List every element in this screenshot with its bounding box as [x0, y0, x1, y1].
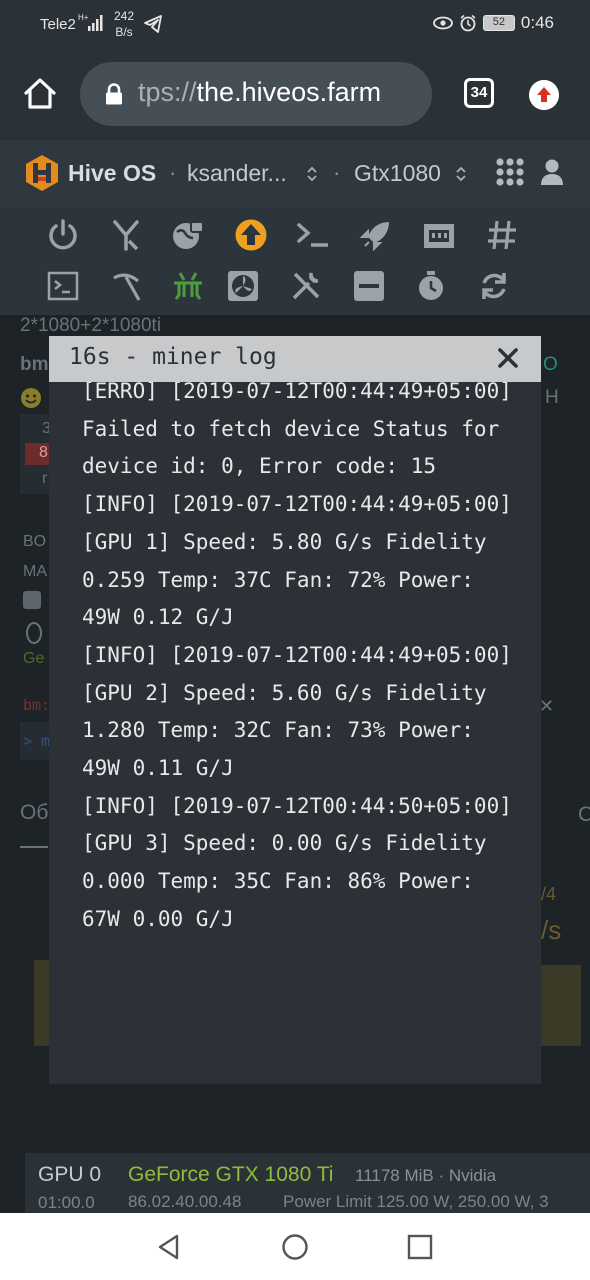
miner-log-text: [ERRO] [2019-07-12T00:44:49+05:00] Faile… — [82, 382, 512, 931]
worker-description: 2*1080+2*1080ti — [20, 315, 162, 336]
separator-dot: · — [169, 160, 177, 185]
telegram-icon — [144, 15, 162, 33]
bg-chart-left — [34, 960, 50, 1046]
clock: 0:46 — [520, 13, 554, 32]
overclock-bug-icon[interactable] — [171, 269, 205, 303]
bg-hashrate-unit: /s — [541, 915, 562, 945]
net-speed-value: 242 — [114, 9, 135, 23]
power-icon[interactable] — [46, 218, 80, 252]
lock-icon — [106, 83, 122, 105]
bg-tab-underline — [20, 846, 48, 848]
bg-close-icon: ✕ — [539, 696, 555, 716]
bg-tab-overview: Об — [20, 801, 49, 824]
hive-logo-icon[interactable] — [24, 154, 60, 192]
refresh-icon[interactable] — [477, 269, 511, 303]
log-scroll-area[interactable]: [ERRO] [2019-07-12T00:44:49+05:00] Faile… — [82, 382, 522, 1082]
eye-icon — [433, 16, 453, 30]
rocket-icon[interactable] — [359, 218, 393, 252]
network-port-icon[interactable] — [422, 218, 456, 252]
hive-title[interactable]: Hive OS — [68, 160, 156, 187]
back-icon[interactable] — [155, 1233, 183, 1261]
terminal-prompt-icon[interactable] — [296, 218, 330, 252]
modal-header: 16s - miner log — [49, 336, 541, 382]
globe-lock-icon[interactable] — [171, 218, 205, 252]
farm-chevron-icon[interactable] — [306, 165, 318, 183]
smile-icon — [21, 388, 41, 408]
bg-console-line: bm: — [23, 696, 51, 714]
farm-selector[interactable]: ksander... — [187, 160, 287, 187]
bg-tab-c: C — [578, 803, 590, 826]
bg-worker-name: bm — [20, 354, 49, 375]
miner-log-modal: 16s - miner log [ERRO] [2019-07-12T00:44… — [49, 336, 541, 1084]
upgrade-icon[interactable] — [234, 218, 268, 252]
browser-toolbar: tps://the.hiveos.farm 34 — [0, 50, 590, 140]
worker-chevron-icon[interactable] — [455, 165, 467, 183]
apps-grid-icon[interactable] — [495, 157, 525, 187]
user-icon[interactable] — [540, 158, 564, 186]
bg-chart-right — [541, 965, 581, 1046]
gpu-index-label: GPU 0 — [38, 1163, 102, 1186]
status-right: 52 0:46 — [433, 13, 554, 33]
battery-icon: 52 — [482, 15, 515, 31]
worker-actions-toolbar — [0, 207, 590, 315]
linux-icon — [26, 622, 42, 644]
svg-text:H+: H+ — [78, 13, 89, 22]
console-icon[interactable] — [46, 269, 80, 303]
update-icon[interactable] — [529, 80, 559, 110]
bg-stat-8: 8 — [39, 444, 48, 461]
bg-online-label: O — [543, 354, 558, 375]
bg-label-h: H — [545, 387, 559, 408]
recents-icon[interactable] — [406, 1233, 434, 1261]
net-speed-unit: B/s — [115, 25, 133, 39]
android-nav-bar — [0, 1213, 590, 1280]
bg-label-ma: MA — [23, 563, 47, 580]
pickaxe-icon[interactable] — [109, 269, 143, 303]
gpu-model-name: GeForce GTX 1080 Ti — [128, 1163, 334, 1186]
url-host: the.hiveos.farm — [196, 77, 382, 107]
url-text[interactable]: tps://the.hiveos.farm — [138, 77, 381, 108]
carrier-label: Tele2 — [40, 16, 76, 33]
gpu-bios-version: 86.02.40.00.48 — [128, 1192, 242, 1211]
hive-small-icon — [23, 591, 41, 609]
bg-label-ge: Ge — [23, 650, 45, 667]
address-bar[interactable]: tps://the.hiveos.farm — [80, 62, 432, 126]
modal-title: 16s - miner log — [69, 344, 277, 370]
signal-icon: H+ — [78, 13, 103, 31]
url-scheme: tps:// — [138, 77, 197, 107]
worker-selector[interactable]: Gtx1080 — [354, 160, 441, 187]
status-bar: Tele2 H+ 242 B/s 52 0:46 — [0, 0, 590, 50]
home-nav-icon[interactable] — [281, 1233, 309, 1261]
bg-label-bo: BO — [23, 533, 47, 550]
home-icon[interactable] — [22, 76, 58, 112]
bg-command-text: > m — [23, 732, 51, 750]
gpu-power-limit: Power Limit 125.00 W, 250.00 W, 3 — [283, 1192, 549, 1211]
close-icon[interactable] — [497, 347, 519, 369]
stopwatch-icon[interactable] — [414, 269, 448, 303]
gpu-row[interactable]: GPU 0 01:00.0 GeForce GTX 1080 Ti 11178 … — [25, 1153, 590, 1213]
gpu-bus-id: 01:00.0 — [38, 1193, 95, 1212]
tab-switcher-button[interactable]: 34 — [464, 78, 494, 108]
tools-icon[interactable] — [289, 269, 323, 303]
separator-dot: · — [333, 160, 341, 185]
net-speed: 242 B/s — [114, 8, 134, 40]
bg-gpu-count: /4 — [541, 884, 557, 904]
gpu-memory: 11178 MiB · Nvidia — [355, 1166, 497, 1185]
hash-icon[interactable] — [485, 218, 519, 252]
merge-icon[interactable] — [109, 218, 143, 252]
alarm-icon — [460, 14, 476, 32]
bg-stat-r: r — [42, 470, 48, 487]
fan-icon[interactable] — [226, 269, 260, 303]
disable-icon[interactable] — [352, 269, 386, 303]
